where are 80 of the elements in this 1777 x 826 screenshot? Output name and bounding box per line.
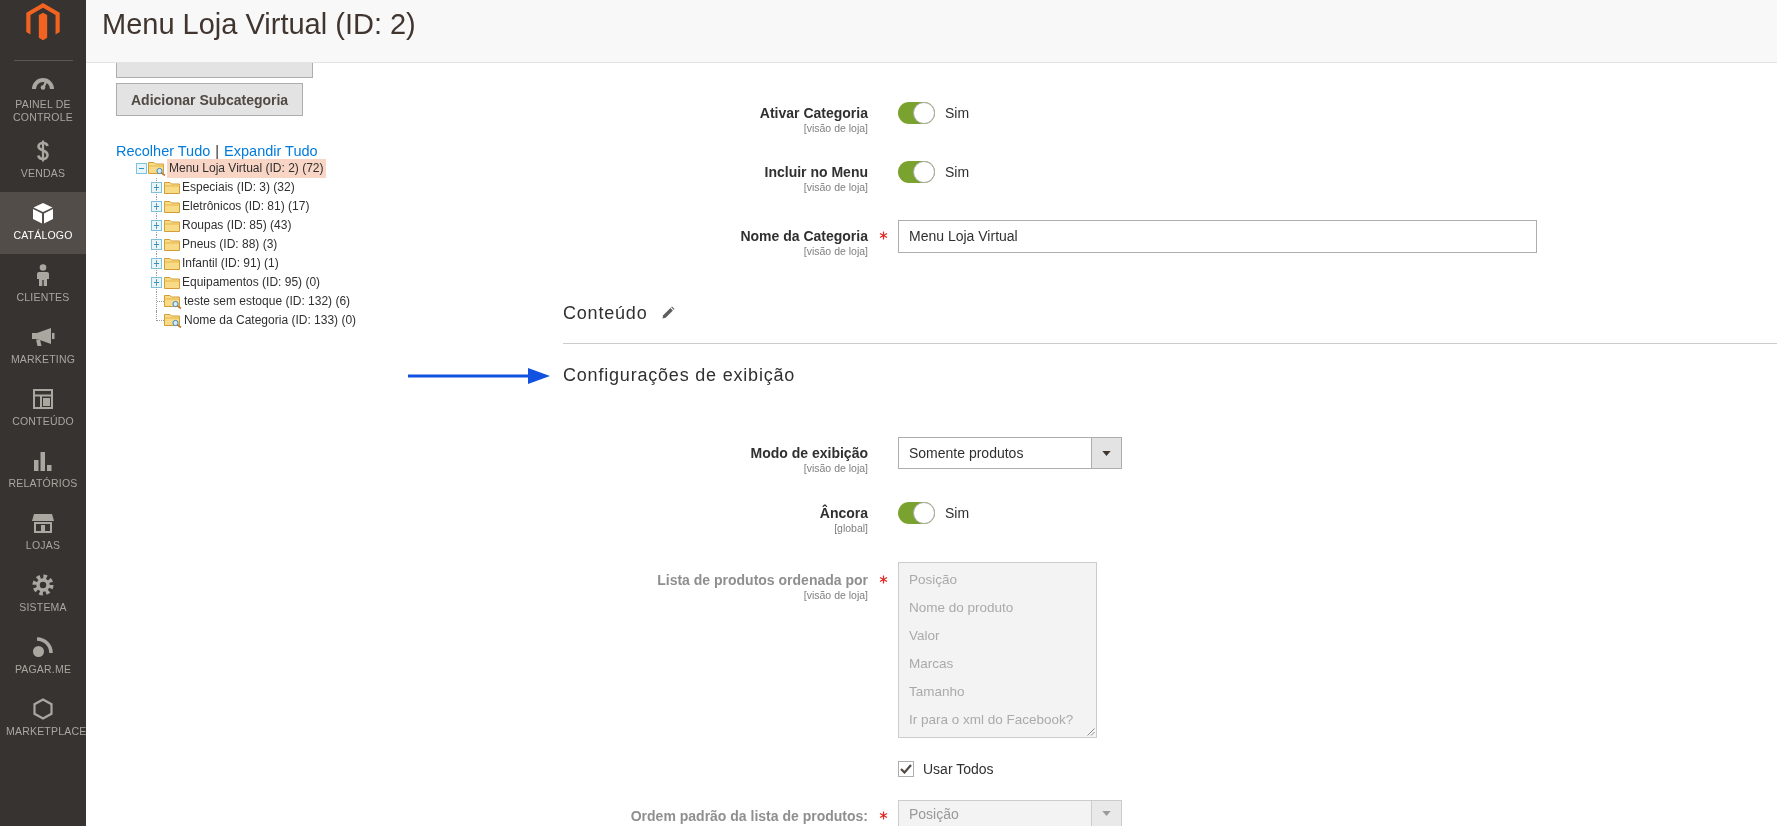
person-icon [36,264,50,286]
field-label: Incluir no Menu [764,163,868,181]
plus-box-icon[interactable] [151,201,162,212]
cropped-button[interactable] [116,63,313,78]
plus-box-icon[interactable] [151,277,162,288]
plus-box-icon[interactable] [151,239,162,250]
select-field[interactable]: Somente produtos [898,437,1122,469]
add-subcategory-button[interactable]: Adicionar Subcategoria [116,83,304,116]
sidebar-item[interactable]: RELATÓRIOS [0,440,86,502]
sidebar-item[interactable]: MARKETPLACE [0,688,86,750]
folder-icon [164,219,180,232]
folder-search-icon [148,161,166,176]
bar-chart-icon [33,451,53,471]
link-separator: | [215,143,220,159]
section-header[interactable]: Conteúdo [563,290,1777,344]
folder-icon [164,200,180,213]
toggle-label: Sim [945,504,970,523]
sidebar-item[interactable]: LOJAS [0,502,86,564]
toggle-label: Sim [945,163,970,182]
sidebar-item[interactable]: SISTEMA [0,564,86,626]
checkbox-label: Usar Todos [923,760,994,778]
sidebar-item[interactable]: VENDAS [0,130,86,192]
plus-box-icon[interactable] [151,258,162,269]
tree-item[interactable]: Infantil (ID: 91) (1) [180,254,281,273]
sidebar-item[interactable]: CLIENTES [0,254,86,316]
scope-label: [visão de loja] [803,181,868,194]
sidebar-item[interactable]: PAINEL DE CONTROLE [0,61,86,130]
section-header[interactable]: Configurações de exibição [563,344,1777,405]
toggle-switch[interactable] [898,161,935,183]
tree-item[interactable]: Pneus (ID: 88) (3) [180,235,280,254]
caret-icon [1102,811,1111,816]
toggle-switch[interactable] [898,102,935,124]
checkmark-icon [900,764,912,774]
sidebar-item[interactable]: CONTEÚDO [0,378,86,440]
field-label: Nome da Categoria [740,227,868,245]
field-label: Ativar Categoria [759,104,868,122]
tree-item[interactable]: Roupas (ID: 85) (43) [180,216,294,235]
scope-label: [visão de loja] [803,462,868,475]
field-label: Ordem padrão da lista de produtos: [630,807,868,825]
gear-icon [32,574,54,596]
folder-icon [164,238,180,251]
megaphone-icon [31,327,55,347]
scope-label: [visão de loja] [803,122,868,135]
tree-item[interactable]: Nome da Categoria (ID: 133) (0) [182,311,359,330]
scope-label: [global] [834,522,868,535]
caret-icon [1102,450,1111,456]
folder-search-icon [164,313,182,328]
storefront-icon [32,513,54,533]
toggle-switch[interactable] [898,502,935,524]
tree-action-link[interactable]: Recolher Tudo [116,143,211,159]
field-label: Lista de produtos ordenada por [657,571,868,589]
tree-item[interactable]: teste sem estoque (ID: 132) (6) [182,292,353,311]
field-label: Âncora [819,504,868,522]
logo-icon[interactable] [25,3,61,42]
sidebar-item[interactable]: PAGAR.ME [0,626,86,688]
dollar-icon [36,140,50,162]
tree-item[interactable]: Especiais (ID: 3) (32) [180,178,297,197]
page-title: Menu Loja Virtual (ID: 2) [102,7,416,42]
folder-icon [164,257,180,270]
text-input[interactable]: Menu Loja Virtual [898,220,1537,253]
hexagon-icon [33,698,53,720]
folder-icon [164,181,180,194]
field-label: Modo de exibição [750,444,868,462]
sidebar-item[interactable]: MARKETING [0,316,86,378]
tree-action-link[interactable]: Expandir Tudo [224,143,318,159]
minus-box-icon[interactable] [136,163,147,174]
plus-box-icon[interactable] [151,182,162,193]
folder-search-icon [164,294,182,309]
tree-item[interactable]: Equipamentos (ID: 95) (0) [180,273,323,292]
scope-label: [visão de loja] [803,245,868,258]
tree-item[interactable]: Menu Loja Virtual (ID: 2) (72) [167,159,326,178]
plus-box-icon[interactable] [151,220,162,231]
dot-arc-icon [32,636,54,658]
cube-icon [32,202,54,224]
layout-icon [33,389,53,409]
folder-icon [164,276,180,289]
scope-label: [visão de loja] [803,589,868,602]
sidebar-item[interactable]: CATÁLOGO [0,192,86,254]
tree-item[interactable]: Eletrônicos (ID: 81) (17) [180,197,312,216]
toggle-label: Sim [945,104,970,123]
